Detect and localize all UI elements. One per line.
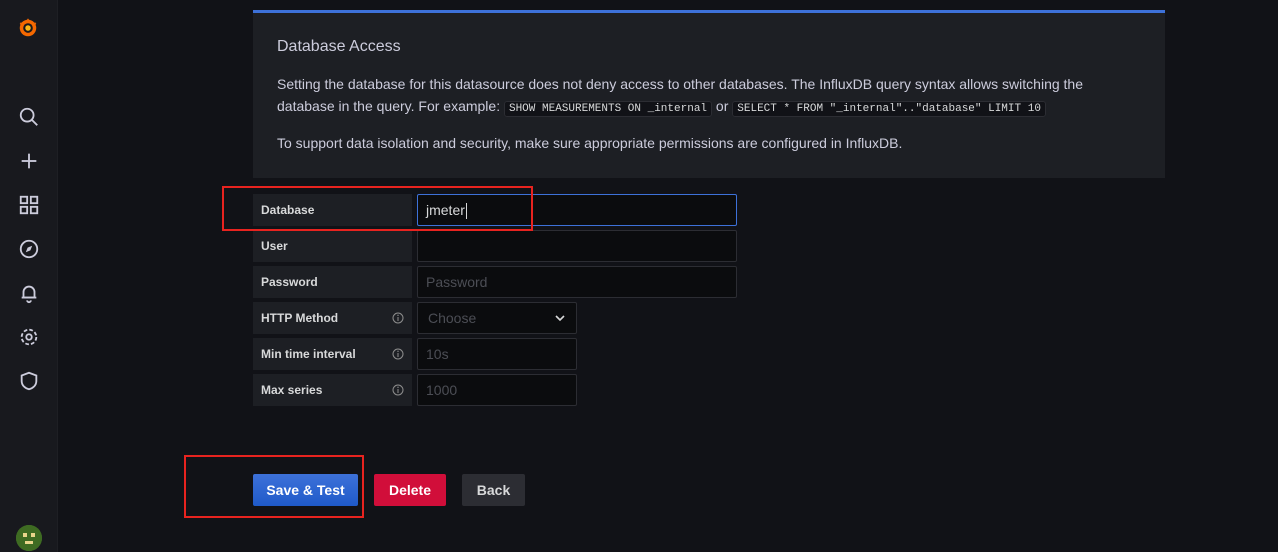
max-series-input[interactable]: 1000: [417, 374, 577, 406]
explore-icon[interactable]: [16, 236, 42, 262]
http-method-row: HTTP Method Choose: [253, 302, 577, 334]
panel-security-note: To support data isolation and security, …: [277, 135, 903, 151]
grafana-logo-icon[interactable]: [12, 12, 44, 44]
chevron-down-icon: [555, 315, 565, 322]
password-row: Password Password: [253, 266, 737, 298]
dashboards-icon[interactable]: [16, 192, 42, 218]
max-series-label-text: Max series: [261, 383, 323, 397]
annotation-box-database: [222, 186, 533, 231]
http-method-placeholder: Choose: [428, 310, 477, 326]
password-input[interactable]: Password: [417, 266, 737, 298]
min-time-interval-input[interactable]: 10s: [417, 338, 577, 370]
alerting-icon[interactable]: [16, 280, 42, 306]
code-example-1: SHOW MEASUREMENTS ON _internal: [503, 101, 713, 117]
user-label: User: [253, 230, 412, 262]
http-method-select[interactable]: Choose: [417, 302, 577, 334]
min-time-interval-label: Min time interval: [253, 338, 412, 370]
max-series-row: Max series 1000: [253, 374, 577, 406]
or-text: or: [715, 98, 729, 114]
panel-description: Setting the database for this datasource…: [277, 73, 1137, 120]
user-input[interactable]: [417, 230, 737, 262]
code-example-2: SELECT * FROM "_internal".."database" LI…: [732, 101, 1046, 117]
info-icon[interactable]: [392, 384, 404, 396]
delete-button[interactable]: Delete: [374, 474, 446, 506]
settings-icon[interactable]: [16, 324, 42, 350]
panel-title: Database Access: [277, 38, 401, 55]
min-time-interval-row: Min time interval 10s: [253, 338, 577, 370]
database-access-panel: Database Access Setting the database for…: [253, 10, 1165, 178]
annotation-box-save: [184, 455, 364, 518]
plus-icon[interactable]: [16, 148, 42, 174]
search-icon[interactable]: [16, 104, 42, 130]
http-method-label: HTTP Method: [253, 302, 412, 334]
http-method-label-text: HTTP Method: [261, 311, 339, 325]
sidebar: [0, 0, 58, 552]
avatar[interactable]: [16, 525, 42, 551]
info-icon[interactable]: [392, 348, 404, 360]
max-series-label: Max series: [253, 374, 412, 406]
info-icon[interactable]: [392, 312, 404, 324]
user-row: User: [253, 230, 737, 262]
back-button[interactable]: Back: [462, 474, 525, 506]
password-label: Password: [253, 266, 412, 298]
min-time-interval-label-text: Min time interval: [261, 347, 356, 361]
shield-icon[interactable]: [16, 368, 42, 394]
